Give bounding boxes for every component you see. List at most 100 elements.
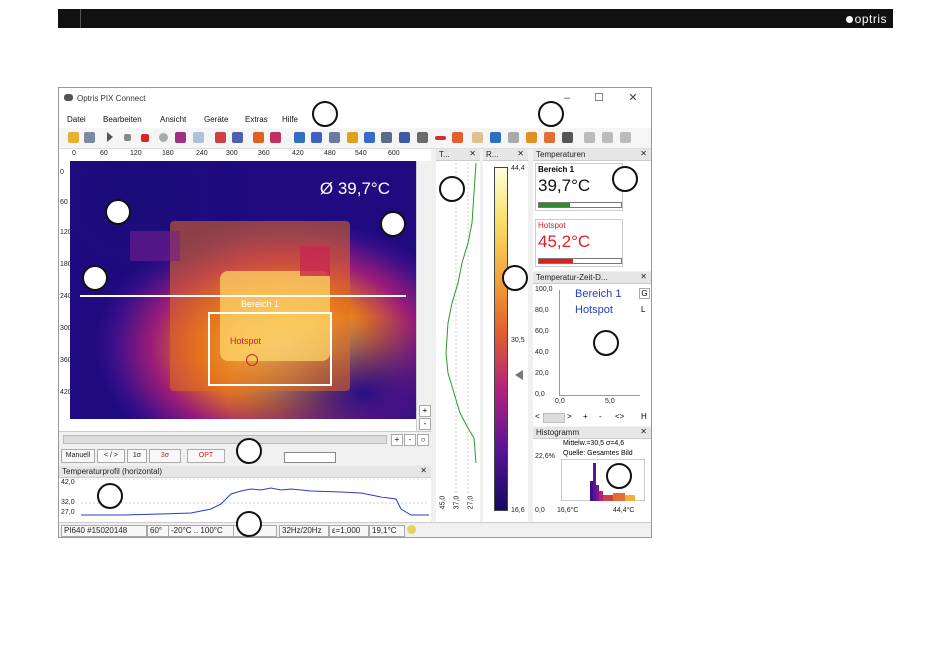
- scale-slider[interactable]: [284, 452, 336, 463]
- status-device[interactable]: PI640 #15020148: [61, 525, 147, 537]
- h-zoom-in-button[interactable]: +: [391, 434, 403, 446]
- tz-g-button[interactable]: G: [639, 288, 650, 299]
- arrows-button[interactable]: < / >: [97, 449, 125, 463]
- r-panel-close-icon[interactable]: ✕: [517, 149, 524, 158]
- camera-icon[interactable]: [175, 132, 186, 143]
- three-sigma-button[interactable]: 3σ: [149, 449, 181, 463]
- hotspot-crosshair-icon[interactable]: [246, 354, 258, 366]
- menu-bearbeiten[interactable]: Bearbeiten: [103, 115, 142, 124]
- tz-next-button[interactable]: >: [567, 412, 572, 421]
- profile-header: Temperaturprofil (horizontal) ✕: [59, 466, 431, 478]
- scale-icon[interactable]: [526, 132, 537, 143]
- average-temp-overlay: Ø 39,7°C: [319, 179, 390, 198]
- one-sigma-button[interactable]: 1σ: [127, 449, 147, 463]
- palette4-icon[interactable]: [270, 132, 281, 143]
- tz-zoom-out-button[interactable]: -: [599, 412, 602, 421]
- snapshot-icon[interactable]: [159, 133, 168, 142]
- tz-l-button[interactable]: L: [641, 305, 645, 314]
- zoom-in-button[interactable]: +: [419, 405, 431, 417]
- stop-icon[interactable]: [124, 134, 131, 141]
- scroll-thumb[interactable]: [63, 435, 387, 444]
- hand-icon[interactable]: [472, 132, 483, 143]
- palette-pointer-icon[interactable]: [515, 370, 523, 380]
- open-icon[interactable]: [68, 132, 79, 143]
- status-fov: 60°: [147, 525, 169, 537]
- tz-x-tick: 0,0: [555, 398, 565, 405]
- arrow-tool-icon[interactable]: [452, 132, 463, 143]
- palette-min-label: 16,6: [511, 507, 525, 514]
- status-bulb-icon[interactable]: [407, 525, 416, 534]
- tz-y-tick: 80,0: [535, 307, 549, 314]
- maximize-button[interactable]: ☐: [585, 90, 613, 106]
- menu-hilfe[interactable]: Hilfe: [282, 115, 298, 124]
- grid-icon[interactable]: [417, 132, 428, 143]
- line-tool-icon[interactable]: [435, 136, 446, 140]
- temps-header: Temperaturen ✕: [533, 149, 651, 161]
- annotation-marker: [312, 101, 338, 127]
- save-icon[interactable]: [84, 132, 95, 143]
- menu-datei[interactable]: Datei: [67, 115, 86, 124]
- tile2-icon[interactable]: [602, 132, 613, 143]
- glasses-icon[interactable]: [329, 132, 340, 143]
- t-panel-title: T...: [439, 150, 450, 159]
- close-button[interactable]: ✕: [619, 90, 647, 106]
- tz-zoom-in-button[interactable]: +: [583, 412, 588, 421]
- color-palette-bar[interactable]: [494, 167, 508, 511]
- fit-icon[interactable]: [490, 132, 501, 143]
- temp-card-hotspot[interactable]: Hotspot 45,2°C: [535, 219, 623, 267]
- x-tick: 480: [324, 150, 336, 157]
- x-tick: 360: [258, 150, 270, 157]
- temp-card-area[interactable]: Bereich 1 39,7°C: [535, 163, 623, 211]
- tz-prev-button[interactable]: <: [535, 412, 540, 421]
- measure-area-box[interactable]: [208, 312, 332, 386]
- profile-line[interactable]: [80, 295, 406, 297]
- menu-geraete[interactable]: Geräte: [204, 115, 228, 124]
- tz-close-icon[interactable]: ✕: [640, 272, 647, 281]
- menu-ansicht[interactable]: Ansicht: [160, 115, 186, 124]
- status-emissivity: ε=1,000: [329, 525, 369, 537]
- opt-button[interactable]: OPT: [187, 449, 225, 463]
- palette2-icon[interactable]: [232, 132, 243, 143]
- top-banner: optris: [58, 9, 893, 28]
- tz-scrollbar[interactable]: [543, 413, 565, 423]
- reset-zoom-button[interactable]: ○: [417, 434, 429, 446]
- hist-x-max: 44,4°C: [613, 507, 635, 514]
- y-tick: 0: [60, 169, 64, 176]
- gear-icon[interactable]: [620, 132, 631, 143]
- profile-y-tick: 42,0: [61, 479, 75, 486]
- hist-close-icon[interactable]: ✕: [640, 427, 647, 436]
- h-zoom-out-button[interactable]: -: [404, 434, 416, 446]
- temp-card-bar: [538, 202, 622, 208]
- tools-icon[interactable]: [562, 132, 573, 143]
- record-icon[interactable]: [141, 134, 149, 142]
- tz-y-tick: 60,0: [535, 328, 549, 335]
- tz-h-button[interactable]: H: [641, 412, 647, 421]
- line-chart-icon[interactable]: [364, 132, 375, 143]
- graph-icon[interactable]: [399, 132, 410, 143]
- palette3-icon[interactable]: [253, 132, 264, 143]
- copy-icon[interactable]: [193, 132, 204, 143]
- zoom-out-button[interactable]: -: [419, 418, 431, 430]
- y-tick: 60: [60, 199, 68, 206]
- trend-icon[interactable]: [381, 132, 392, 143]
- annotation-marker: [105, 199, 131, 225]
- bar-chart-icon[interactable]: [311, 132, 322, 143]
- profile-title: Temperaturprofil (horizontal): [62, 467, 163, 476]
- layout-icon[interactable]: [294, 132, 305, 143]
- profile-close-icon[interactable]: ✕: [420, 466, 427, 475]
- manual-button[interactable]: Manuell: [61, 449, 95, 463]
- tile-icon[interactable]: [584, 132, 595, 143]
- tz-y-tick: 100,0: [535, 286, 553, 293]
- pen-icon[interactable]: [347, 132, 358, 143]
- frame-icon[interactable]: [508, 132, 519, 143]
- toolbar: [59, 128, 651, 149]
- tz-fit-button[interactable]: <>: [615, 412, 624, 421]
- t-panel-close-icon[interactable]: ✕: [469, 149, 476, 158]
- palette1-icon[interactable]: [215, 132, 226, 143]
- annotation-marker: [538, 101, 564, 127]
- scale2-icon[interactable]: [544, 132, 555, 143]
- temps-close-icon[interactable]: ✕: [640, 149, 647, 158]
- vertical-scrollbar[interactable]: + -: [416, 161, 432, 431]
- play-icon[interactable]: [107, 132, 113, 142]
- menu-extras[interactable]: Extras: [245, 115, 268, 124]
